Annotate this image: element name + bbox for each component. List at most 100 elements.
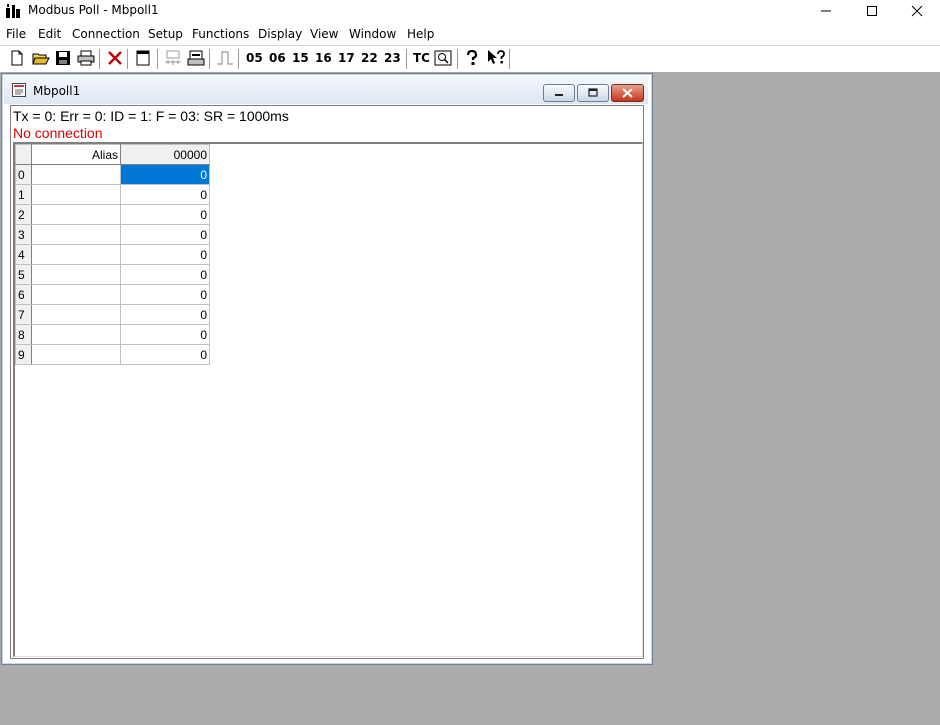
register-grid-area: Alias 00000 00102030405060708090 [13, 142, 643, 657]
child-close-button[interactable] [611, 84, 644, 102]
row-header[interactable]: 2 [15, 204, 32, 225]
row-header[interactable]: 5 [15, 264, 32, 285]
close-icon [622, 88, 633, 98]
alias-cell[interactable] [31, 164, 121, 185]
alias-cell[interactable] [31, 204, 121, 225]
register-value-cell[interactable]: 0 [120, 264, 210, 285]
register-table: Alias 00000 00102030405060708090 [15, 144, 210, 365]
row-header[interactable]: 0 [15, 164, 32, 185]
context-help-icon [488, 50, 505, 64]
help-button[interactable] [465, 49, 479, 69]
grid-corner-cell[interactable] [15, 144, 32, 165]
grid-header-row: Alias 00000 [15, 144, 210, 165]
menu-view[interactable]: View [310, 27, 338, 41]
child-minimize-button[interactable] [543, 84, 575, 102]
row-header[interactable]: 3 [15, 224, 32, 245]
menu-file[interactable]: File [6, 27, 26, 41]
menu-setup[interactable]: Setup [148, 27, 183, 41]
table-row[interactable]: 60 [15, 284, 210, 305]
table-row[interactable]: 40 [15, 244, 210, 265]
alias-cell[interactable] [31, 304, 121, 325]
menu-window[interactable]: Window [349, 27, 396, 41]
register-column-header[interactable]: 00000 [120, 144, 210, 165]
close-icon [911, 5, 923, 17]
table-row[interactable]: 90 [15, 344, 210, 365]
child-title-bar[interactable]: Mbpoll1 [4, 76, 648, 104]
row-header[interactable]: 1 [15, 184, 32, 205]
alias-cell[interactable] [31, 344, 121, 365]
title-bar: Modbus Poll - Mbpoll1 [0, 0, 940, 22]
function-15-button[interactable]: 15 [292, 51, 309, 65]
toolbar: 05 06 15 16 17 22 23 TC [0, 45, 940, 73]
toolbar-separator [238, 49, 240, 69]
menu-edit[interactable]: Edit [38, 27, 61, 41]
toolbar-separator [509, 49, 511, 69]
register-value-cell[interactable]: 0 [120, 224, 210, 245]
function-22-button[interactable]: 22 [361, 51, 378, 65]
alias-cell[interactable] [31, 184, 121, 205]
function-16-button[interactable]: 16 [315, 51, 332, 65]
restore-icon [588, 88, 598, 97]
register-value-cell[interactable]: 0 [120, 164, 210, 185]
row-header[interactable]: 9 [15, 344, 32, 365]
menu-help[interactable]: Help [407, 27, 434, 41]
grid-body: 00102030405060708090 [15, 164, 210, 365]
function-23-button[interactable]: 23 [384, 51, 401, 65]
magnifier-icon [434, 50, 452, 66]
table-row[interactable]: 10 [15, 184, 210, 205]
register-value-cell[interactable]: 0 [120, 204, 210, 225]
maximize-button[interactable] [849, 0, 895, 22]
connect-button[interactable] [164, 49, 182, 69]
menu-display[interactable]: Display [258, 27, 302, 41]
alias-column-header[interactable]: Alias [31, 144, 121, 165]
register-value-cell[interactable]: 0 [120, 324, 210, 345]
context-help-button[interactable] [487, 49, 507, 69]
alias-cell[interactable] [31, 284, 121, 305]
menu-functions[interactable]: Functions [192, 27, 249, 41]
connect-icon [165, 50, 181, 65]
table-row[interactable]: 80 [15, 324, 210, 345]
table-row[interactable]: 00 [15, 164, 210, 185]
new-window-button[interactable] [135, 49, 151, 69]
mbpoll-child-window[interactable]: Mbpoll1 Tx = 0: Err = 0: ID = 1: F = 03:… [1, 73, 653, 665]
close-button[interactable] [894, 0, 940, 22]
delete-button[interactable] [107, 49, 123, 69]
row-header[interactable]: 4 [15, 244, 32, 265]
menu-bar: File Edit Connection Setup Functions Dis… [0, 24, 940, 44]
function-17-button[interactable]: 17 [338, 51, 355, 65]
single-read-button[interactable] [216, 49, 234, 69]
pulse-icon [217, 51, 233, 65]
minimize-button[interactable] [803, 0, 849, 22]
print-button[interactable] [77, 49, 95, 69]
save-button[interactable] [55, 49, 71, 69]
table-row[interactable]: 70 [15, 304, 210, 325]
mdi-client-area: Mbpoll1 Tx = 0: Err = 0: ID = 1: F = 03:… [0, 72, 940, 725]
register-value-cell[interactable]: 0 [120, 284, 210, 305]
register-value-cell[interactable]: 0 [120, 304, 210, 325]
alias-cell[interactable] [31, 224, 121, 245]
child-restore-button[interactable] [577, 84, 609, 102]
minimize-icon [821, 10, 831, 12]
register-value-cell[interactable]: 0 [120, 344, 210, 365]
register-value-cell[interactable]: 0 [120, 244, 210, 265]
row-header[interactable]: 8 [15, 324, 32, 345]
menu-connection[interactable]: Connection [72, 27, 140, 41]
row-header[interactable]: 6 [15, 284, 32, 305]
alias-cell[interactable] [31, 324, 121, 345]
function-05-button[interactable]: 05 [246, 51, 263, 65]
new-button[interactable] [9, 49, 25, 69]
traffic-monitor-button[interactable] [434, 49, 452, 69]
window-icon [136, 50, 150, 66]
alias-cell[interactable] [31, 244, 121, 265]
table-row[interactable]: 30 [15, 224, 210, 245]
register-value-cell[interactable]: 0 [120, 184, 210, 205]
tc-button[interactable]: TC [413, 51, 430, 65]
help-question-icon [466, 49, 478, 65]
row-header[interactable]: 7 [15, 304, 32, 325]
open-button[interactable] [32, 49, 50, 69]
function-06-button[interactable]: 06 [269, 51, 286, 65]
table-row[interactable]: 20 [15, 204, 210, 225]
disconnect-button[interactable] [187, 49, 205, 69]
table-row[interactable]: 50 [15, 264, 210, 285]
alias-cell[interactable] [31, 264, 121, 285]
